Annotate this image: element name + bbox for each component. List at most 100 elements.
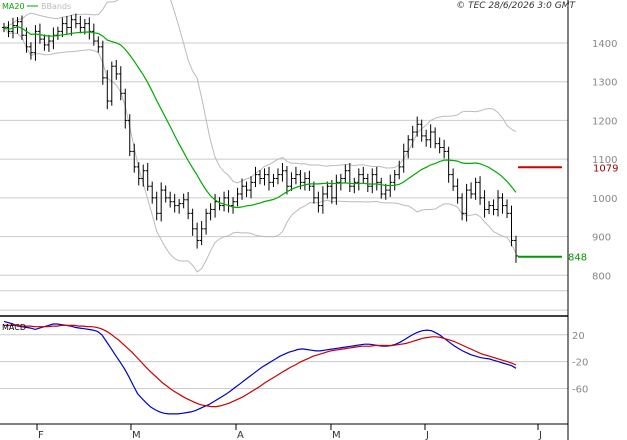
macd-tick-label: -60 [572,384,588,395]
legend-bbands: BBands [41,2,71,11]
ohlc-bar [244,181,249,198]
ohlc-bar [500,193,505,214]
ohlc-bar [505,199,510,218]
price-tick-label: 900 [592,233,611,244]
ohlc-bar [73,13,78,29]
ohlc-bar [226,190,231,213]
ohlc-bar [231,197,236,214]
ohlc-bar [150,181,155,204]
ohlc-bar [379,177,384,199]
ohlc-bar [28,42,33,60]
ohlc-bar [406,135,411,159]
signal-line [4,324,517,408]
ohlc-bar [338,173,343,191]
ohlc-bar [195,222,200,249]
ohlc-bar [253,166,258,188]
ohlc-bar [509,205,514,247]
ohlc-bar [114,60,119,80]
ohlc-bar [181,193,186,209]
x-tick-label: J [538,430,542,440]
macd-title: MACD [2,323,26,332]
ohlc-bar [141,164,146,187]
ohlc-bar [302,172,307,191]
ohlc-bar [69,15,74,36]
ohlc-bar [473,177,478,200]
macd-y-axis: 20 -20 -60 [572,331,588,396]
price-tick-label: 1400 [592,39,617,50]
ohlc-bar [311,181,316,204]
ohlc-bar [433,127,438,149]
x-tick-label: M [132,430,141,440]
macd-tick-label: -20 [572,358,588,369]
ohlc-bar [190,208,195,236]
legend-ma20: MA20 [2,2,25,11]
ohlc-bar [325,181,330,199]
ohlc-bar [455,178,460,204]
ohlc-bar [460,193,465,221]
ohlc-bar [275,168,280,185]
ohlc-bar [280,163,285,182]
x-axis: FMAMJJ [36,424,542,440]
price-y-axis: 80090010001100120013001400 [592,39,617,282]
ohlc-bar [401,143,406,173]
ohlc-bar [451,168,456,191]
ohlc-bar [222,191,227,212]
ohlc-bar [352,177,357,194]
ohlc-bar [293,166,298,185]
ohlc-bar [55,26,60,40]
ohlc-bar [154,191,159,221]
stock-chart: 800 900 1000 1100 1200 1300 1400 20 -20 -60 FMAM… [0,0,627,440]
ohlc-bar [186,192,191,220]
ohlc-bar [235,187,240,207]
ohlc-bar [347,163,352,193]
price-gridlines [0,42,568,311]
ohlc-bar [356,168,361,191]
ohlc-bar [464,183,469,222]
price-tick-label: 1000 [592,194,617,205]
ohlc-bar [343,164,348,184]
ohlc-bar [374,166,379,191]
ohlc-bar [91,23,96,46]
ohlc-bar [51,27,56,50]
ohlc-bar [392,169,397,191]
ohlc-bar [177,199,182,214]
ohlc-bar [145,163,150,191]
ohlc-bar [262,168,267,186]
support-label: 848 [568,253,587,264]
ohlc-bar [132,143,137,173]
x-tick-label: A [237,430,244,440]
ohlc-bar [208,203,213,221]
ohlc-bar [105,70,110,110]
ohlc-bar [428,124,433,148]
macd-line [3,320,517,415]
ohlc-bar [123,88,128,129]
ohlc-bar [361,166,366,184]
macd-gridlines [0,334,568,389]
resistance-label: 1079 [593,163,618,174]
ohlc-bar [284,166,289,195]
ohlc-bar [258,169,262,185]
ohlc-bar [442,139,447,159]
ohlc-bar [446,146,451,183]
ohlc-bar [320,186,325,214]
price-tick-label: 1200 [592,116,617,127]
ohlc-bar [491,199,496,216]
ohlc-bar [78,15,83,34]
price-tick-label: 800 [592,271,611,282]
ohlc-bar [168,191,173,208]
ohlc-bar [415,116,420,137]
x-tick-label: F [38,430,44,440]
bollinger-bands [3,0,517,273]
copyright-text: © TEC 28/6/2026 3:0 GMT [456,1,576,11]
x-tick-label: M [332,430,341,440]
x-tick-label: J [425,430,429,440]
ohlc-bar [487,200,492,215]
ohlc-bar [96,36,101,53]
ohlc-bar [163,185,168,203]
ohlc-bar [496,190,501,217]
legend: MA20 BBands [2,2,71,11]
ohlc-bar [478,176,483,205]
ohlc-bar [199,221,204,246]
ohlc-bar [172,193,177,213]
ohlc-bar [370,168,375,194]
